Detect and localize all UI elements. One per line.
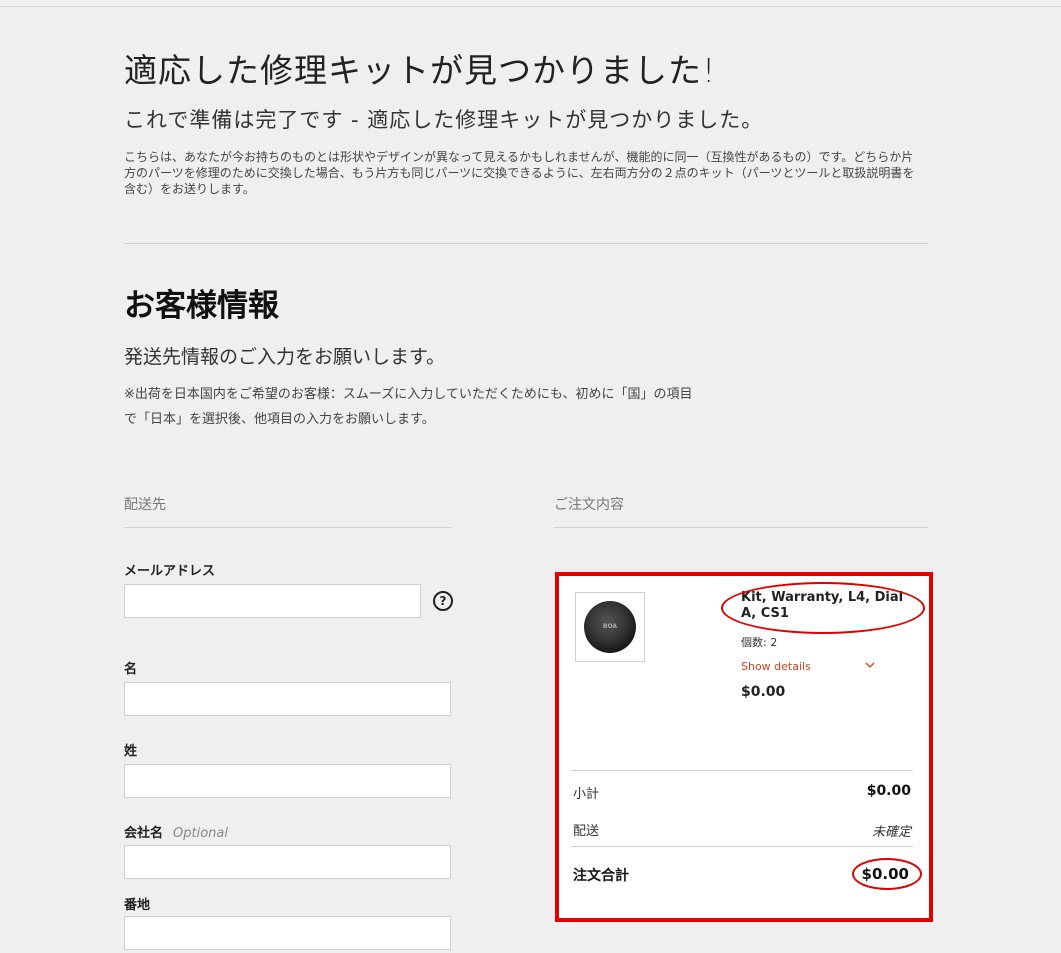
dial-image: BOA bbox=[584, 601, 636, 653]
customer-info-note: ※出荷を日本国内をご希望のお客様：スムーズに入力していただくためにも、初めに「国… bbox=[124, 387, 693, 427]
last-name-field[interactable] bbox=[124, 764, 451, 798]
top-divider bbox=[0, 6, 1061, 7]
shipping-value: 未確定 bbox=[871, 825, 911, 840]
subtotal-value: $0.00 bbox=[866, 783, 911, 799]
customer-info-title: お客様情報 bbox=[124, 288, 279, 324]
shipping-divider bbox=[124, 527, 451, 528]
order-heading: ご注文内容 bbox=[554, 497, 624, 513]
company-label: 会社名 Optional bbox=[124, 822, 228, 841]
order-total-label: 注文合計 bbox=[573, 868, 629, 884]
last-name-label: 姓 bbox=[124, 744, 138, 759]
email-field[interactable] bbox=[124, 584, 421, 618]
email-label: メールアドレス bbox=[124, 564, 216, 579]
product-price: $0.00 bbox=[741, 684, 786, 700]
kit-description: こちらは、あなたが今お持ちのものとは形状やデザインが異なって見えるかもしれません… bbox=[124, 150, 915, 196]
first-name-label: 名 bbox=[124, 662, 138, 677]
summary-divider-bottom bbox=[571, 846, 913, 847]
summary-divider-top bbox=[571, 770, 913, 771]
highlight-ellipse-total bbox=[852, 858, 922, 890]
first-name-field[interactable] bbox=[124, 682, 451, 716]
page-title: 適応した修理キットが見つかりました! bbox=[124, 51, 717, 90]
order-summary-box: BOA Kit, Warranty, L4, Dial A, CS1 個数: 2… bbox=[555, 572, 933, 922]
page-subtitle: これで準備は完了です - 適応した修理キットが見つかりました。 bbox=[124, 108, 764, 132]
order-divider bbox=[554, 527, 928, 528]
optional-tag: Optional bbox=[173, 826, 228, 841]
product-thumbnail: BOA bbox=[575, 592, 645, 662]
chevron-down-icon[interactable] bbox=[865, 660, 875, 670]
street-label: 番地 bbox=[124, 898, 151, 913]
company-label-text: 会社名 bbox=[124, 826, 164, 841]
shipping-heading: 配送先 bbox=[124, 497, 166, 513]
highlight-ellipse-product bbox=[721, 582, 925, 634]
dial-logo-text: BOA bbox=[602, 623, 618, 630]
help-icon[interactable]: ? bbox=[433, 591, 453, 611]
show-details-link[interactable]: Show details bbox=[741, 660, 811, 673]
street-field[interactable] bbox=[124, 916, 451, 950]
customer-info-subtitle: 発送先情報のご入力をお願いします。 bbox=[124, 346, 446, 368]
company-field[interactable] bbox=[124, 845, 451, 879]
subtotal-label: 小計 bbox=[573, 787, 600, 802]
section-divider bbox=[124, 243, 928, 244]
product-quantity: 個数: 2 bbox=[741, 636, 778, 649]
shipping-label: 配送 bbox=[573, 824, 600, 839]
